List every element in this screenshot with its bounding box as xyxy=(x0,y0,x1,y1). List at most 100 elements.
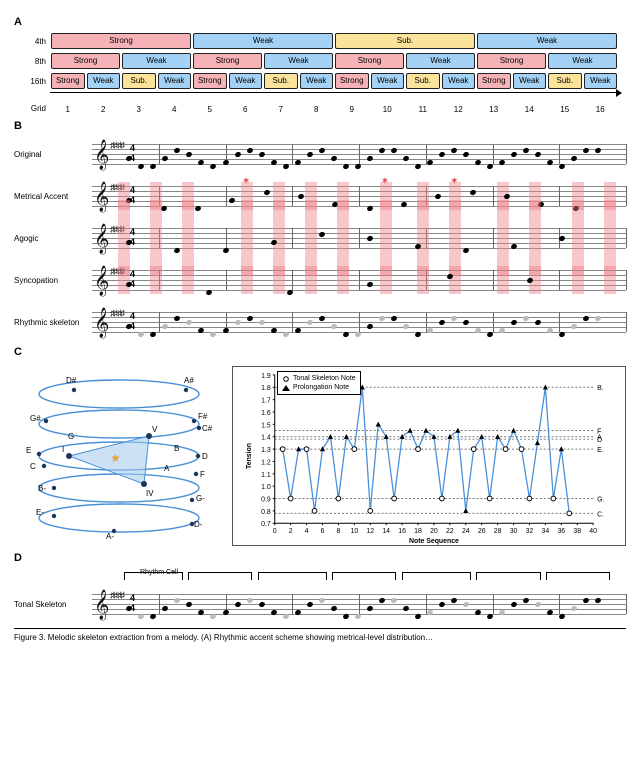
chart-legend: Tonal Skeleton Note Prolongation Note xyxy=(277,371,361,395)
beat-cell: Strong xyxy=(477,73,511,89)
note xyxy=(342,613,349,620)
star-icon: ✶ xyxy=(381,176,389,187)
row-label-8th: 8th xyxy=(14,57,46,66)
highlight xyxy=(337,266,349,294)
grid-tick: 8 xyxy=(299,105,335,114)
legend-text: Prolongation Note xyxy=(293,383,349,392)
grid-tick: 2 xyxy=(86,105,122,114)
sp-lbl: C# xyxy=(202,424,212,433)
svg-text:G.: G. xyxy=(597,496,604,503)
staff-label: Agogic xyxy=(14,234,92,243)
note xyxy=(486,613,493,620)
beat-cell: Weak xyxy=(477,33,617,49)
svg-text:IV: IV xyxy=(146,489,154,498)
beat-cells-8th: StrongWeakStrongWeakStrongWeakStrongWeak xyxy=(50,53,618,69)
legend-tonal: Tonal Skeleton Note xyxy=(282,374,356,383)
grid-tick: 1 xyxy=(50,105,86,114)
sp-lbl: A# xyxy=(184,376,194,385)
staff-row: Rhythmic skeleton𝄞♯♯♯♯44 xyxy=(14,304,626,340)
grid-tick: 4 xyxy=(157,105,193,114)
staff-row: Tonal Skeleton𝄞♯♯♯♯44 xyxy=(14,586,626,622)
grid-tick: 3 xyxy=(121,105,157,114)
staff: 𝄞♯♯♯♯44 xyxy=(92,586,626,622)
svg-text:18: 18 xyxy=(414,528,422,535)
sp-lbl: G# xyxy=(30,414,41,423)
beat-cell: Weak xyxy=(513,73,547,89)
svg-text:★: ★ xyxy=(110,451,121,465)
svg-text:I: I xyxy=(62,445,64,454)
note xyxy=(486,163,493,170)
svg-text:F: F xyxy=(597,429,601,436)
rhythm-cell-bracket xyxy=(124,572,183,580)
beat-cell: Weak xyxy=(87,73,121,89)
beat-cell: Weak xyxy=(229,73,263,89)
svg-text:4: 4 xyxy=(305,528,309,535)
staff-row: Agogic𝄞♯♯♯♯44 xyxy=(14,220,626,256)
panel-b-label: B xyxy=(14,120,626,132)
treble-clef-icon: 𝄞 xyxy=(94,304,109,340)
svg-text:22: 22 xyxy=(446,528,454,535)
note xyxy=(414,331,421,338)
beat-grid: 4th StrongWeakSub.Weak 8th StrongWeakStr… xyxy=(14,32,626,114)
svg-text:10: 10 xyxy=(350,528,358,535)
staff-label: Rhythmic skeleton xyxy=(14,318,92,327)
beat-cell: Weak xyxy=(193,33,333,49)
beat-cell: Weak xyxy=(300,73,334,89)
svg-text:1.9: 1.9 xyxy=(261,373,271,380)
beat-cell: Sub. xyxy=(335,33,475,49)
staff-row: Syncopation𝄞♯♯♯♯44 xyxy=(14,262,626,298)
svg-text:1.7: 1.7 xyxy=(261,398,271,405)
highlight xyxy=(241,266,253,294)
note xyxy=(342,331,349,338)
grid-tick: 11 xyxy=(405,105,441,114)
panel-d-staves: Tonal Skeleton𝄞♯♯♯♯44 xyxy=(14,586,626,622)
panel-b: Original𝄞♯♯♯♯44Metrical Accent𝄞♯♯♯♯44✶✶✶… xyxy=(14,136,626,340)
beat-row-16th: 16th StrongWeakSub.WeakStrongWeakSub.Wea… xyxy=(50,72,618,90)
sp-lbl: D- xyxy=(194,520,202,529)
grid-arrow xyxy=(50,92,618,100)
sp-lbl: F xyxy=(200,470,205,479)
svg-text:14: 14 xyxy=(382,528,390,535)
grid-tick: 15 xyxy=(547,105,583,114)
staff-label: Metrical Accent xyxy=(14,192,92,201)
beat-cell: Strong xyxy=(335,53,404,69)
highlight xyxy=(273,266,285,294)
svg-text:16: 16 xyxy=(398,528,406,535)
grid-tick: 6 xyxy=(228,105,264,114)
beat-cell: Weak xyxy=(264,53,333,69)
panel-a-label: A xyxy=(14,16,626,28)
svg-text:0.8: 0.8 xyxy=(261,509,271,516)
sp-lbl: G- xyxy=(196,494,205,503)
note xyxy=(558,613,565,620)
note xyxy=(222,247,229,254)
beat-cell: Weak xyxy=(584,73,618,89)
grid-tick: 14 xyxy=(512,105,548,114)
svg-text:32: 32 xyxy=(526,528,534,535)
highlight xyxy=(305,266,317,294)
sp-lbl: C xyxy=(30,462,36,471)
svg-text:Tension: Tension xyxy=(246,443,253,469)
beat-cell: Weak xyxy=(442,73,476,89)
grid-tick: 10 xyxy=(370,105,406,114)
beat-cell: Strong xyxy=(193,73,227,89)
star-icon: ✶ xyxy=(450,176,458,187)
staff: 𝄞♯♯♯♯44 xyxy=(92,262,626,298)
note xyxy=(282,613,289,620)
svg-text:0.9: 0.9 xyxy=(261,496,271,503)
staff: 𝄞♯♯♯♯44 xyxy=(92,220,626,256)
panel-d-label: D xyxy=(14,552,626,564)
note xyxy=(282,331,289,338)
beat-cell: Strong xyxy=(51,53,120,69)
svg-text:1.1: 1.1 xyxy=(261,472,271,479)
beat-cell: Weak xyxy=(406,53,475,69)
rhythm-cell-bracket xyxy=(188,572,252,580)
svg-text:12: 12 xyxy=(366,528,374,535)
sp-lbl: A xyxy=(164,464,169,473)
svg-text:B.: B. xyxy=(597,385,604,392)
rhythm-cell-bracket xyxy=(402,572,471,580)
highlight xyxy=(380,266,392,294)
sp-lbl: F# xyxy=(198,412,207,421)
treble-clef-icon: 𝄞 xyxy=(94,178,109,214)
star-icon: ✶ xyxy=(242,176,250,187)
rhythm-cell-bracket xyxy=(546,572,610,580)
